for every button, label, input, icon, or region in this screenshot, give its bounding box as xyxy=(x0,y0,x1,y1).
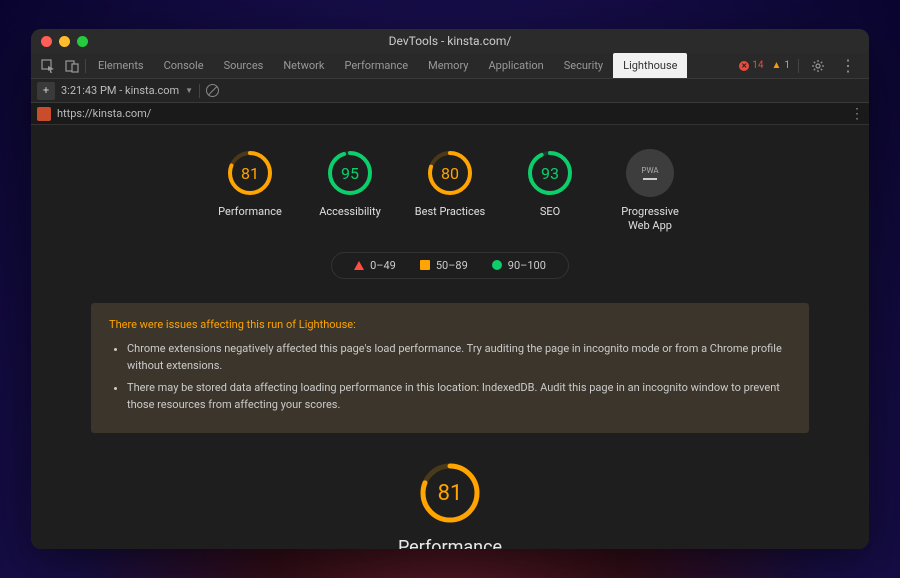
issues-list: Chrome extensions negatively affected th… xyxy=(109,341,791,413)
url-bar: https://kinsta.com/ ⋮ xyxy=(31,103,869,125)
gauge-seo[interactable]: 93SEO xyxy=(511,149,589,234)
settings-gear-icon[interactable] xyxy=(807,55,829,77)
performance-gauge: 81 xyxy=(418,461,482,525)
legend-item: 90–100 xyxy=(492,259,546,272)
lighthouse-report: 81Performance95Accessibility80Best Pract… xyxy=(31,125,869,549)
toolbar-divider xyxy=(85,59,86,73)
tab-sources[interactable]: Sources xyxy=(214,53,274,78)
devtools-window: DevTools - kinsta.com/ ElementsConsoleSo… xyxy=(31,29,869,549)
panel-tabs: ElementsConsoleSourcesNetworkPerformance… xyxy=(88,53,737,78)
tab-elements[interactable]: Elements xyxy=(88,53,154,78)
status-area: ✕ 14 ▲ 1 ⋮ xyxy=(739,55,863,77)
titlebar: DevTools - kinsta.com/ xyxy=(31,29,869,53)
gauge-best-practices[interactable]: 80Best Practices xyxy=(411,149,489,234)
maximize-window-button[interactable] xyxy=(77,36,88,47)
dropdown-chevron-icon[interactable]: ▼ xyxy=(185,86,193,95)
performance-label: Performance xyxy=(398,537,502,549)
performance-score: 81 xyxy=(418,461,482,525)
tab-application[interactable]: Application xyxy=(478,53,553,78)
tab-network[interactable]: Network xyxy=(273,53,334,78)
legend-item: 50–89 xyxy=(420,259,468,272)
gauge-accessibility[interactable]: 95Accessibility xyxy=(311,149,389,234)
report-menu-icon[interactable]: ⋮ xyxy=(850,106,863,122)
score-legend: 0–49 50–89 90–100 xyxy=(331,252,569,279)
window-title: DevTools - kinsta.com/ xyxy=(31,34,869,48)
tab-performance[interactable]: Performance xyxy=(334,53,418,78)
tab-memory[interactable]: Memory xyxy=(418,53,478,78)
lighthouse-runs-bar: + 3:21:43 PM - kinsta.com ▼ xyxy=(31,79,869,103)
more-menu-icon[interactable]: ⋮ xyxy=(837,55,859,77)
gauge-pwa[interactable]: PWAProgressive Web App xyxy=(611,149,689,234)
warnings-badge[interactable]: ▲ 1 xyxy=(771,60,790,71)
toolbar-divider xyxy=(199,84,200,98)
site-favicon xyxy=(37,107,51,121)
devtools-toolbar: ElementsConsoleSourcesNetworkPerformance… xyxy=(31,53,869,79)
score-gauges: 81Performance 95Accessibility 80Best Pract… xyxy=(91,149,809,234)
errors-badge[interactable]: ✕ 14 xyxy=(739,60,763,71)
issues-box: There were issues affecting this run of … xyxy=(91,303,809,434)
device-toggle-icon[interactable] xyxy=(61,55,83,77)
issue-item: Chrome extensions negatively affected th… xyxy=(127,341,791,374)
performance-section: 81 Performance xyxy=(91,461,809,549)
gauge-performance[interactable]: 81Performance xyxy=(211,149,289,234)
report-timestamp: 3:21:43 PM - kinsta.com xyxy=(61,84,179,97)
tab-security[interactable]: Security xyxy=(554,53,613,78)
url-text: https://kinsta.com/ xyxy=(57,107,151,120)
tab-lighthouse[interactable]: Lighthouse xyxy=(613,53,687,78)
legend-item: 0–49 xyxy=(354,259,396,272)
toolbar-divider xyxy=(798,59,799,73)
minimize-window-button[interactable] xyxy=(59,36,70,47)
close-window-button[interactable] xyxy=(41,36,52,47)
tab-console[interactable]: Console xyxy=(154,53,214,78)
window-controls xyxy=(41,36,88,47)
issue-item: There may be stored data affecting loadi… xyxy=(127,380,791,413)
new-report-button[interactable]: + xyxy=(37,82,55,100)
inspect-element-icon[interactable] xyxy=(37,55,59,77)
clear-icon[interactable] xyxy=(206,84,219,97)
issues-title: There were issues affecting this run of … xyxy=(109,317,791,334)
